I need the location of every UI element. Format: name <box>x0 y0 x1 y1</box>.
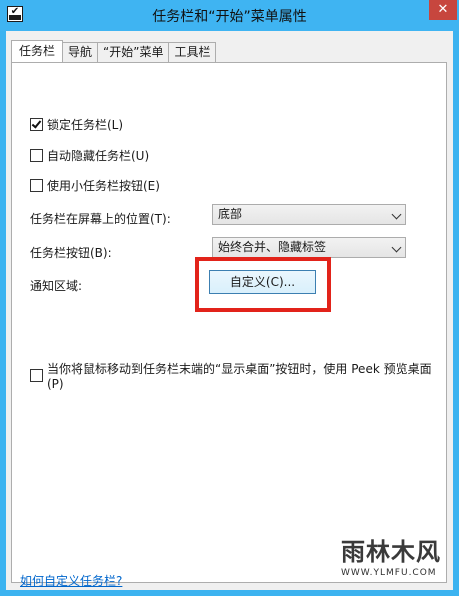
tab-navigation[interactable]: 导航 <box>62 42 99 62</box>
lock-taskbar-option[interactable]: 锁定任务栏(L) <box>30 116 123 133</box>
properties-window: ✔ 任务栏和“开始”菜单属性 ✕ 任务栏 导航 “开始”菜单 工具栏 锁定任务栏… <box>0 0 459 596</box>
tab-taskbar[interactable]: 任务栏 <box>11 40 64 62</box>
peek-label: 当你将鼠标移动到任务栏末端的“显示桌面”按钮时，使用 Peek 预览桌面(P) <box>47 362 432 391</box>
autohide-taskbar-checkbox[interactable] <box>30 149 43 162</box>
peek-checkbox[interactable] <box>30 369 43 382</box>
small-buttons-label: 使用小任务栏按钮(E) <box>47 179 160 193</box>
location-select-value: 底部 <box>218 207 243 221</box>
taskbar-panel: 锁定任务栏(L) 自动隐藏任务栏(U) 使用小任务栏按钮(E) 任务栏在屏幕上的… <box>11 62 447 583</box>
small-buttons-checkbox[interactable] <box>30 179 43 192</box>
autohide-taskbar-label: 自动隐藏任务栏(U) <box>47 149 150 163</box>
title-bar[interactable]: ✔ 任务栏和“开始”菜单属性 ✕ <box>0 0 459 31</box>
tab-start-menu[interactable]: “开始”菜单 <box>97 42 170 62</box>
location-select[interactable]: 底部 <box>212 204 406 225</box>
notification-area-label: 通知区域: <box>30 279 83 293</box>
tab-strip: 任务栏 导航 “开始”菜单 工具栏 <box>11 40 217 62</box>
close-button[interactable]: ✕ <box>429 0 457 20</box>
help-link[interactable]: 如何自定义任务栏? <box>20 572 122 589</box>
location-label: 任务栏在屏幕上的位置(T): <box>30 212 171 226</box>
small-buttons-option[interactable]: 使用小任务栏按钮(E) <box>30 177 160 194</box>
peek-option[interactable]: 当你将鼠标移动到任务栏末端的“显示桌面”按钮时，使用 Peek 预览桌面(P) <box>30 360 446 391</box>
chevron-down-icon <box>391 242 402 253</box>
window-title: 任务栏和“开始”菜单属性 <box>152 9 307 25</box>
taskbar-buttons-select-value: 始终合并、隐藏标签 <box>218 240 327 254</box>
lock-taskbar-label: 锁定任务栏(L) <box>47 118 124 132</box>
chevron-down-icon <box>391 209 402 220</box>
taskbar-buttons-select[interactable]: 始终合并、隐藏标签 <box>212 237 406 258</box>
dialog-client: 任务栏 导航 “开始”菜单 工具栏 锁定任务栏(L) 自动隐藏任务栏(U) 使用… <box>6 31 453 590</box>
autohide-taskbar-option[interactable]: 自动隐藏任务栏(U) <box>30 147 149 164</box>
tab-toolbars[interactable]: 工具栏 <box>168 42 217 62</box>
taskbar-buttons-label: 任务栏按钮(B): <box>30 246 112 260</box>
lock-taskbar-checkbox[interactable] <box>30 118 43 131</box>
customize-button[interactable]: 自定义(C)... <box>209 270 316 294</box>
